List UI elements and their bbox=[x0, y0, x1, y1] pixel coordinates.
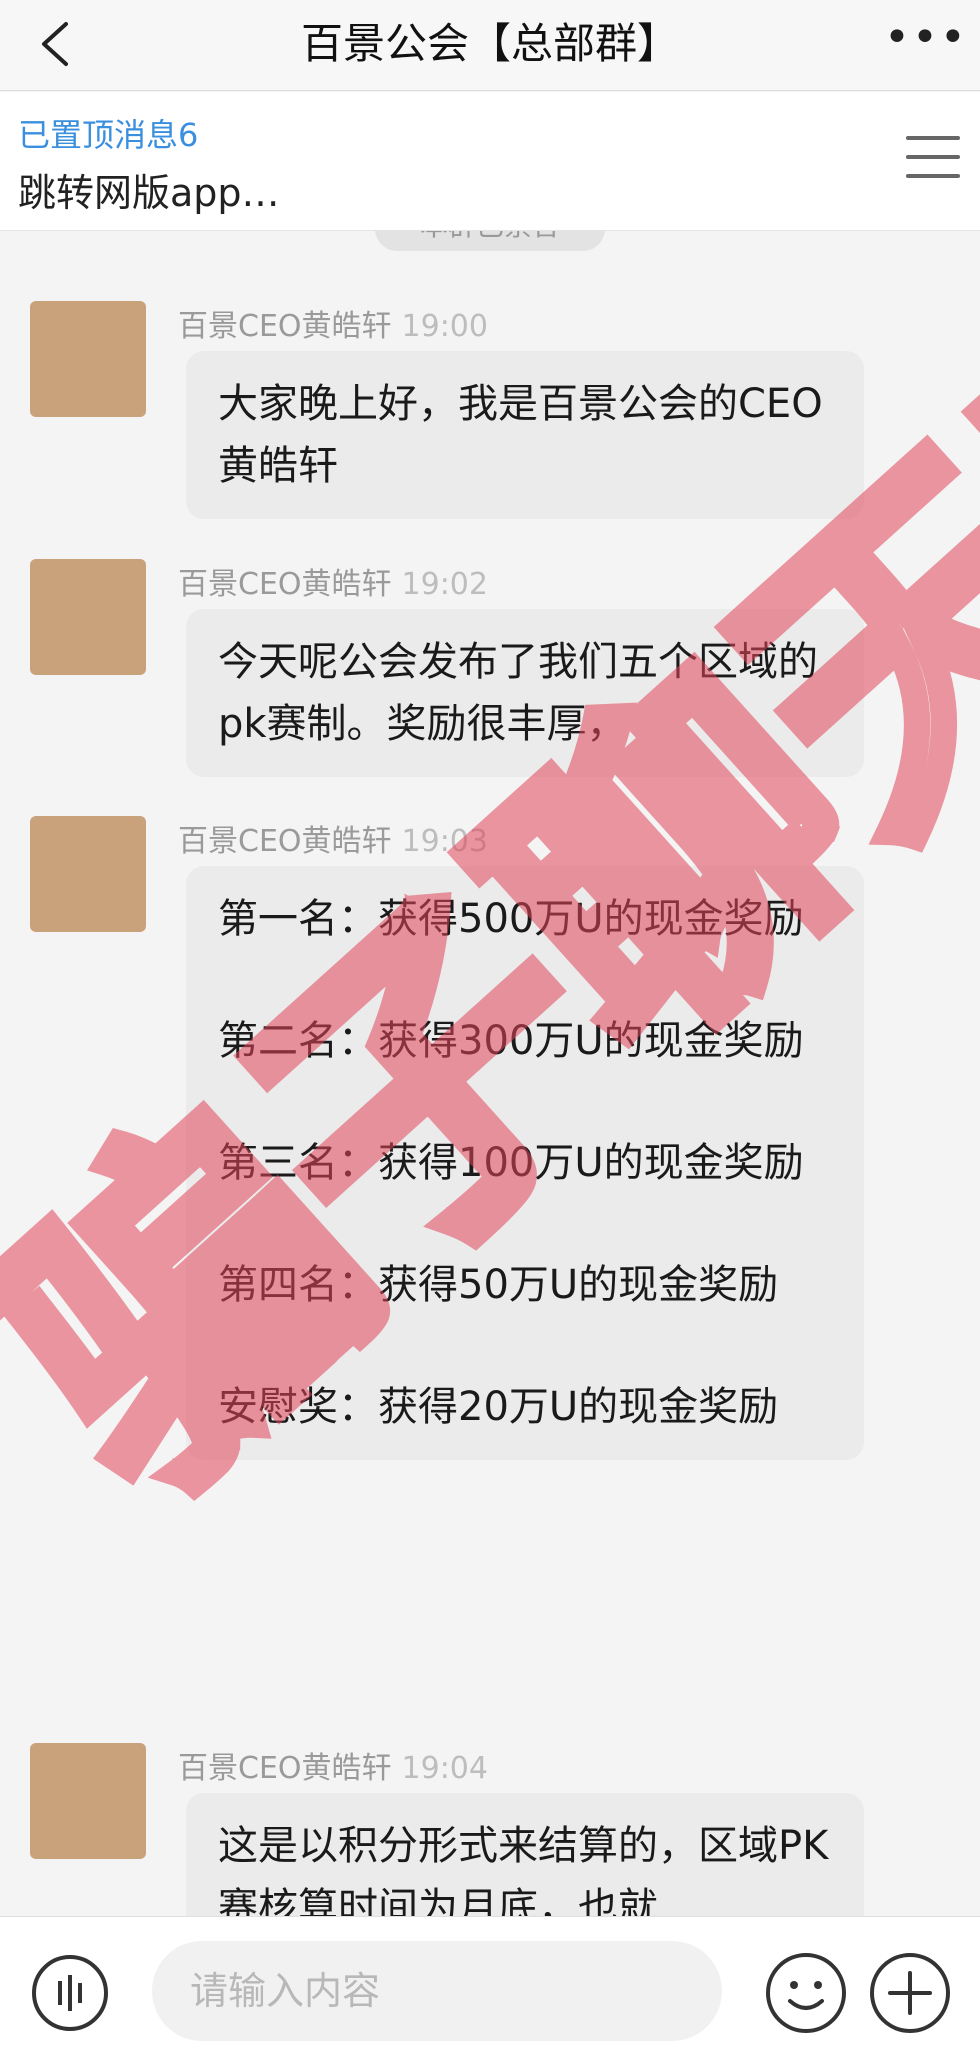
message-bubble[interactable]: 这是以积分形式来结算的，区域PK赛核算时间为月底，也就 bbox=[186, 1793, 864, 1916]
emoji-button[interactable] bbox=[764, 1951, 848, 2035]
voice-button[interactable] bbox=[30, 1953, 110, 2033]
message-time: 19:02 bbox=[401, 567, 488, 602]
message-meta: 百景CEO黄皓轩 19:03 bbox=[178, 816, 488, 860]
sender-name: 百景CEO黄皓轩 bbox=[178, 824, 392, 859]
sender-name: 百景CEO黄皓轩 bbox=[178, 309, 392, 344]
avatar[interactable] bbox=[30, 1743, 146, 1859]
message-bubble[interactable]: 第一名：获得500万U的现金奖励 第二名：获得300万U的现金奖励 第三名：获得… bbox=[186, 866, 864, 1460]
avatar[interactable] bbox=[30, 816, 146, 932]
emoji-icon bbox=[766, 1953, 846, 2033]
message-text: 第三名：获得100万U的现金奖励 bbox=[218, 1140, 804, 1186]
pinned-message-banner[interactable]: 已置顶消息6 跳转网版app… bbox=[0, 92, 980, 231]
bottom-input-bar bbox=[0, 1916, 980, 2068]
pinned-message-title: 已置顶消息6 bbox=[18, 116, 199, 154]
message-text: 第一名：获得500万U的现金奖励 bbox=[218, 896, 804, 942]
message-bubble[interactable]: 大家晚上好，我是百景公会的CEO 黄皓轩 bbox=[186, 351, 864, 519]
message-time: 19:03 bbox=[401, 824, 488, 859]
hamburger-menu-icon[interactable] bbox=[906, 136, 960, 190]
message-text: 第四名：获得50万U的现金奖励 bbox=[218, 1262, 779, 1308]
message-input[interactable] bbox=[152, 1941, 722, 2041]
avatar[interactable] bbox=[30, 559, 146, 675]
chat-title: 百景公会【总部群】 bbox=[300, 19, 679, 68]
message-text: 今天呢公会发布了我们五个区域的pk赛制。奖励很丰厚， bbox=[218, 639, 818, 747]
system-notice: 本群已禁言 bbox=[375, 231, 605, 251]
plus-button[interactable] bbox=[868, 1951, 952, 2035]
avatar[interactable] bbox=[30, 301, 146, 417]
message-time: 19:00 bbox=[401, 309, 488, 344]
message-time: 19:04 bbox=[401, 1751, 488, 1786]
pinned-message-preview: 跳转网版app… bbox=[18, 171, 280, 215]
chat-message-list[interactable]: 本群已禁言 百景CEO黄皓轩 19:00 大家晚上好，我是百景公会的CEO 黄皓轩… bbox=[0, 231, 980, 1916]
message-bubble[interactable]: 今天呢公会发布了我们五个区域的pk赛制。奖励很丰厚， bbox=[186, 609, 864, 777]
message-meta: 百景CEO黄皓轩 19:02 bbox=[178, 559, 488, 603]
voice-icon bbox=[32, 1955, 108, 2031]
message-text: 这是以积分形式来结算的，区域PK赛核算时间为月底，也就 bbox=[218, 1823, 829, 1916]
message-text: 安慰奖：获得20万U的现金奖励 bbox=[218, 1384, 779, 1430]
message-text: 大家晚上好，我是百景公会的CEO 黄皓轩 bbox=[218, 381, 863, 489]
more-options-button[interactable]: ••• bbox=[884, 16, 966, 64]
message-meta: 百景CEO黄皓轩 19:00 bbox=[178, 301, 488, 345]
plus-icon bbox=[870, 1953, 950, 2033]
top-nav-bar: 百景公会【总部群】 ••• bbox=[0, 0, 980, 91]
sender-name: 百景CEO黄皓轩 bbox=[178, 1751, 392, 1786]
message-text: 第二名：获得300万U的现金奖励 bbox=[218, 1018, 804, 1064]
sender-name: 百景CEO黄皓轩 bbox=[178, 567, 392, 602]
message-meta: 百景CEO黄皓轩 19:04 bbox=[178, 1743, 488, 1787]
